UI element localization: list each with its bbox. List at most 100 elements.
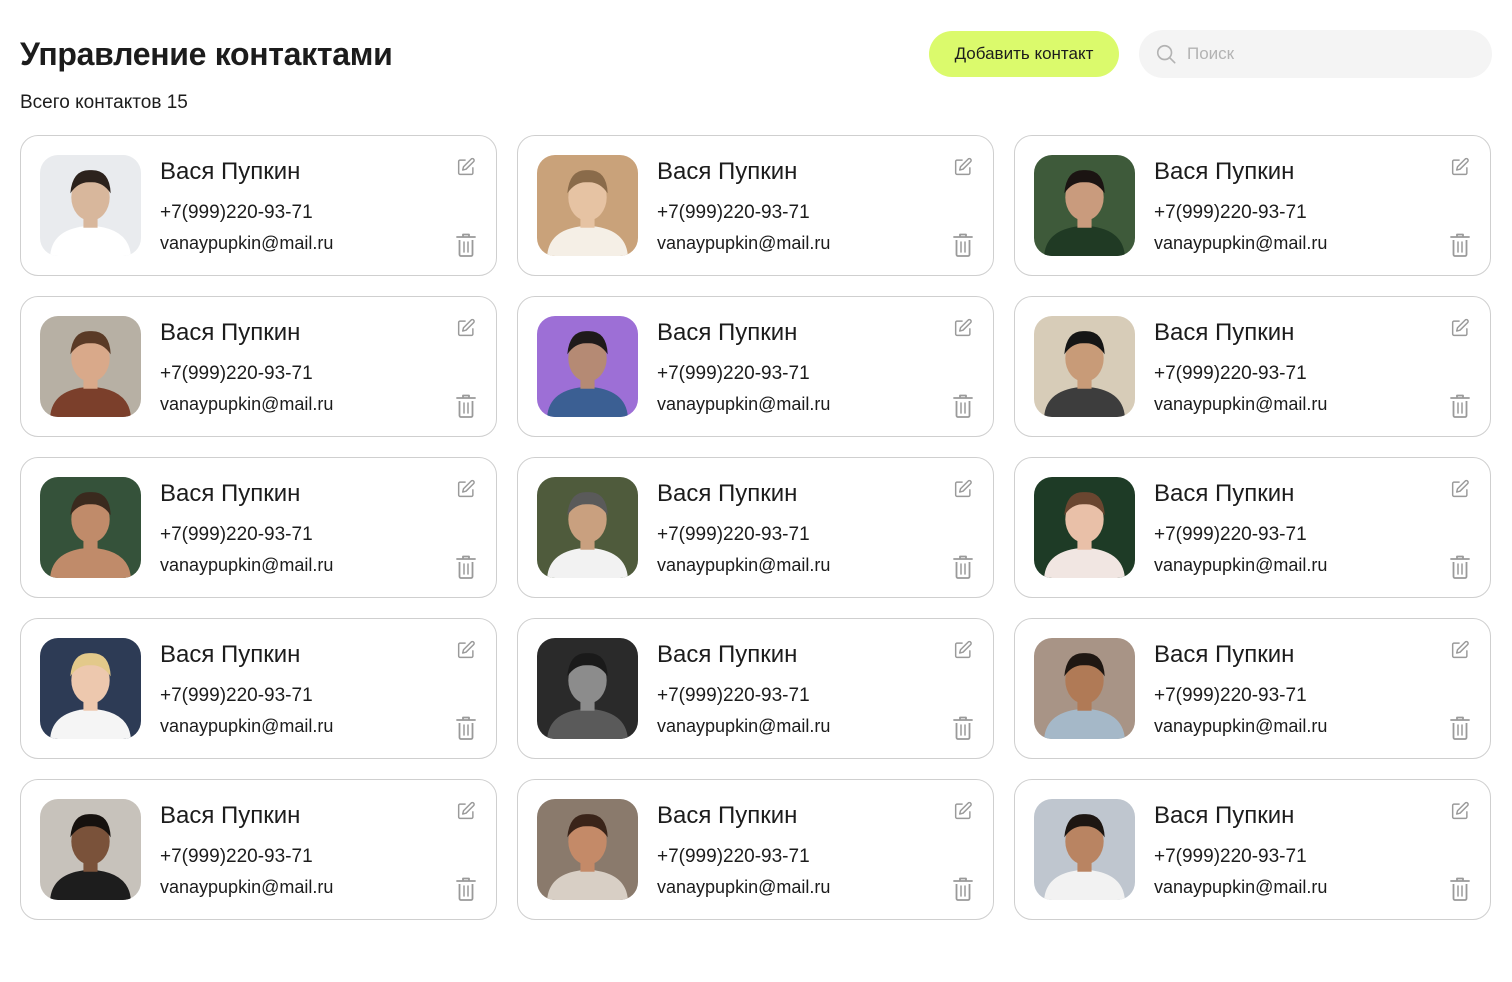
contact-card: Вася Пупкин +7(999)220-93-71 vanaypupkin… (517, 457, 994, 598)
trash-icon[interactable] (1449, 876, 1471, 902)
trash-icon[interactable] (455, 554, 477, 580)
contact-name: Вася Пупкин (1154, 480, 1295, 507)
contact-card: Вася Пупкин +7(999)220-93-71 vanaypupkin… (517, 296, 994, 437)
avatar (1034, 638, 1135, 739)
edit-icon[interactable] (952, 478, 974, 500)
edit-icon[interactable] (455, 639, 477, 661)
avatar-photo (40, 799, 141, 900)
contact-card: Вася Пупкин +7(999)220-93-71 vanaypupkin… (1014, 618, 1491, 759)
contact-card: Вася Пупкин +7(999)220-93-71 vanaypupkin… (20, 618, 497, 759)
trash-icon[interactable] (952, 554, 974, 580)
avatar-photo (537, 638, 638, 739)
trash-icon[interactable] (455, 876, 477, 902)
trash-icon[interactable] (455, 232, 477, 258)
avatar (1034, 155, 1135, 256)
contact-name: Вася Пупкин (1154, 319, 1295, 346)
contact-email: vanaypupkin@mail.ru (657, 233, 831, 253)
contact-name: Вася Пупкин (1154, 158, 1295, 185)
contacts-count-label: Всего контактов (20, 92, 162, 113)
page-header: Управление контактами Добавить контакт (20, 30, 1492, 78)
avatar-photo (1034, 155, 1135, 256)
contacts-count: Всего контактов 15 (20, 92, 188, 114)
contact-email: vanaypupkin@mail.ru (160, 394, 334, 414)
trash-icon[interactable] (952, 393, 974, 419)
contact-card: Вася Пупкин +7(999)220-93-71 vanaypupkin… (20, 296, 497, 437)
trash-icon[interactable] (455, 715, 477, 741)
contacts-page: Управление контактами Добавить контакт В… (0, 0, 1512, 982)
contact-name: Вася Пупкин (657, 480, 798, 507)
search-input[interactable] (1187, 30, 1477, 78)
contacts-count-value: 15 (166, 92, 188, 113)
search-box[interactable] (1139, 30, 1492, 78)
contact-email: vanaypupkin@mail.ru (160, 233, 334, 253)
contact-name: Вася Пупкин (657, 319, 798, 346)
contact-email: vanaypupkin@mail.ru (1154, 716, 1328, 736)
contacts-grid: Вася Пупкин +7(999)220-93-71 vanaypupkin… (20, 135, 1491, 920)
edit-icon[interactable] (455, 317, 477, 339)
contact-phone: +7(999)220-93-71 (1154, 685, 1307, 706)
contact-name: Вася Пупкин (657, 641, 798, 668)
avatar (40, 155, 141, 256)
trash-icon[interactable] (952, 876, 974, 902)
contact-name: Вася Пупкин (1154, 641, 1295, 668)
edit-icon[interactable] (1449, 317, 1471, 339)
contact-email: vanaypupkin@mail.ru (1154, 877, 1328, 897)
contact-email: vanaypupkin@mail.ru (1154, 555, 1328, 575)
avatar-photo (1034, 799, 1135, 900)
contact-name: Вася Пупкин (160, 480, 301, 507)
contact-email: vanaypupkin@mail.ru (1154, 233, 1328, 253)
contact-card: Вася Пупкин +7(999)220-93-71 vanaypupkin… (20, 779, 497, 920)
edit-icon[interactable] (1449, 639, 1471, 661)
search-icon (1156, 44, 1176, 64)
contact-card: Вася Пупкин +7(999)220-93-71 vanaypupkin… (20, 135, 497, 276)
edit-icon[interactable] (1449, 156, 1471, 178)
avatar (40, 638, 141, 739)
avatar-photo (1034, 638, 1135, 739)
contact-card: Вася Пупкин +7(999)220-93-71 vanaypupkin… (1014, 296, 1491, 437)
avatar (1034, 477, 1135, 578)
edit-icon[interactable] (455, 156, 477, 178)
avatar (537, 316, 638, 417)
edit-icon[interactable] (1449, 800, 1471, 822)
avatar (537, 155, 638, 256)
trash-icon[interactable] (952, 232, 974, 258)
avatar-photo (1034, 316, 1135, 417)
avatar (537, 638, 638, 739)
contact-email: vanaypupkin@mail.ru (657, 555, 831, 575)
edit-icon[interactable] (952, 317, 974, 339)
edit-icon[interactable] (455, 800, 477, 822)
contact-phone: +7(999)220-93-71 (657, 524, 810, 545)
contact-card: Вася Пупкин +7(999)220-93-71 vanaypupkin… (517, 618, 994, 759)
contact-phone: +7(999)220-93-71 (160, 846, 313, 867)
contact-email: vanaypupkin@mail.ru (160, 716, 334, 736)
contact-name: Вася Пупкин (160, 158, 301, 185)
contact-card: Вася Пупкин +7(999)220-93-71 vanaypupkin… (1014, 457, 1491, 598)
edit-icon[interactable] (952, 639, 974, 661)
trash-icon[interactable] (1449, 232, 1471, 258)
trash-icon[interactable] (1449, 554, 1471, 580)
trash-icon[interactable] (952, 715, 974, 741)
contact-email: vanaypupkin@mail.ru (657, 394, 831, 414)
contact-name: Вася Пупкин (657, 802, 798, 829)
edit-icon[interactable] (455, 478, 477, 500)
contact-card: Вася Пупкин +7(999)220-93-71 vanaypupkin… (1014, 779, 1491, 920)
contact-card: Вася Пупкин +7(999)220-93-71 vanaypupkin… (517, 779, 994, 920)
contact-phone: +7(999)220-93-71 (657, 846, 810, 867)
trash-icon[interactable] (1449, 393, 1471, 419)
avatar-photo (537, 477, 638, 578)
add-contact-button[interactable]: Добавить контакт (929, 31, 1119, 77)
contact-phone: +7(999)220-93-71 (160, 363, 313, 384)
edit-icon[interactable] (1449, 478, 1471, 500)
contact-name: Вася Пупкин (1154, 802, 1295, 829)
contact-phone: +7(999)220-93-71 (657, 685, 810, 706)
contact-phone: +7(999)220-93-71 (1154, 363, 1307, 384)
avatar (1034, 316, 1135, 417)
edit-icon[interactable] (952, 156, 974, 178)
trash-icon[interactable] (455, 393, 477, 419)
contact-phone: +7(999)220-93-71 (657, 363, 810, 384)
avatar-photo (537, 316, 638, 417)
contact-email: vanaypupkin@mail.ru (657, 716, 831, 736)
trash-icon[interactable] (1449, 715, 1471, 741)
edit-icon[interactable] (952, 800, 974, 822)
avatar-photo (1034, 477, 1135, 578)
